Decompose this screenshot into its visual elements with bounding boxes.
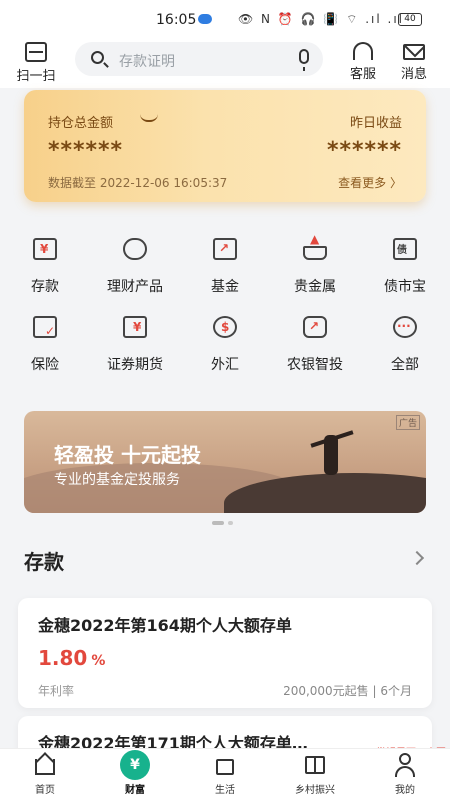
grid-item-label: 外汇 (211, 357, 239, 373)
grid-item-label: 存款 (31, 279, 59, 295)
grid-item-deposit[interactable]: ¥ 存款 (0, 232, 90, 296)
customer-service-button[interactable]: 客服 (343, 42, 383, 82)
grid-item-label: 证券期货 (107, 357, 163, 373)
total-holdings-value: ****** (48, 138, 124, 163)
grid-item-precious-metal[interactable]: ▲ 贵金属 (270, 232, 360, 296)
nav-home[interactable]: 首页 (0, 752, 90, 796)
banner-subtitle: 专业的基金定投服务 (54, 472, 180, 488)
nav-label: 财富 (125, 785, 145, 796)
grid-item-label: 贵金属 (294, 279, 336, 295)
carousel-dot-active (212, 521, 224, 525)
rural-book-icon (303, 753, 327, 777)
rate-value: 1.80 (38, 646, 88, 670)
status-time: 16:05 (156, 12, 197, 28)
grid-item-all[interactable]: ··· 全部 (360, 310, 450, 374)
nav-label: 生活 (215, 785, 235, 796)
chevron-right-icon[interactable] (409, 550, 425, 566)
smart-invest-icon: ↗ (299, 310, 331, 340)
ad-tag: 广告 (395, 415, 420, 430)
grid-item-label: 农银智投 (287, 357, 343, 373)
headset-icon (353, 42, 373, 60)
customer-service-label: 客服 (349, 67, 376, 82)
nav-life[interactable]: 生活 (180, 753, 270, 796)
profile-icon (393, 753, 417, 777)
banner-title: 轻盈投 十元起投 (54, 443, 201, 467)
message-button[interactable]: 消息 (394, 42, 434, 82)
view-more-link[interactable]: 查看更多 〉 (338, 174, 402, 191)
scan-icon (25, 42, 47, 62)
message-label: 消息 (400, 67, 427, 82)
home-icon (33, 752, 57, 777)
forex-exchange-icon: $ (209, 310, 241, 340)
product-terms: 200,000元起售 | 6个月 (283, 684, 412, 698)
yesterday-earnings-value: ****** (326, 138, 402, 163)
search-icon (91, 51, 104, 64)
bond-document-icon: 债 (389, 232, 421, 262)
grid-item-wealth-products[interactable]: 理财产品 (90, 232, 180, 296)
coin-stack-icon (119, 232, 151, 262)
cloud-icon (198, 14, 212, 24)
grid-item-label: 债市宝 (384, 279, 426, 295)
grid-item-insurance[interactable]: ✓ 保险 (0, 310, 90, 374)
nav-wealth[interactable]: ¥ 财富 (90, 750, 180, 796)
yesterday-earnings-label: 昨日收益 (349, 116, 402, 131)
deposit-house-icon: ¥ (29, 232, 61, 262)
product-rate: 1.80% (38, 646, 105, 670)
search-placeholder: 存款证明 (119, 54, 175, 70)
nav-label: 首页 (35, 785, 55, 796)
banner-person-silhouette (324, 435, 338, 475)
total-holdings-label: 持仓总金额 (48, 116, 114, 131)
grid-item-securities-futures[interactable]: ¥ 证券期货 (90, 310, 180, 374)
scan-label: 扫一扫 (16, 69, 56, 84)
top-header: 扫一扫 存款证明 客服 消息 (0, 40, 450, 88)
insurance-document-icon: ✓ (29, 310, 61, 340)
grid-item-forex[interactable]: $ 外汇 (180, 310, 270, 374)
status-indicators: 👁 N ⏰ 🎧 📳 ⌔ .ıl .ıl (238, 12, 404, 26)
grid-item-label: 全部 (391, 357, 419, 373)
grid-item-fund[interactable]: ↗ 基金 (180, 232, 270, 296)
more-dots-icon: ··· (389, 310, 421, 340)
grid-item-smart-invest[interactable]: ↗ 农银智投 (270, 310, 360, 374)
asset-summary-card[interactable]: 持仓总金额 昨日收益 ****** ****** 数据截至 2022-12-06… (24, 90, 426, 202)
status-bar: 16:05 👁 N ⏰ 🎧 📳 ⌔ .ıl .ıl 40 (0, 0, 450, 40)
nav-mine[interactable]: 我的 (360, 753, 450, 796)
microphone-icon[interactable] (299, 49, 309, 71)
grid-item-label: 保险 (31, 357, 59, 373)
nav-rural[interactable]: 乡村振兴 (270, 753, 360, 796)
grid-item-label: 基金 (211, 279, 239, 295)
search-input[interactable]: 存款证明 (75, 42, 323, 76)
shopping-bag-icon (213, 753, 237, 777)
grid-item-bond-market[interactable]: 债 债市宝 (360, 232, 450, 296)
securities-icon: ¥ (119, 310, 151, 340)
scan-button[interactable]: 扫一扫 (12, 42, 60, 84)
rate-unit: % (91, 653, 106, 669)
carousel-dot (228, 521, 233, 525)
eye-closed-icon[interactable] (140, 114, 158, 122)
data-timestamp: 数据截至 2022-12-06 16:05:37 (48, 176, 228, 190)
wealth-page: 16:05 👁 N ⏰ 🎧 📳 ⌔ .ıl .ıl 40 扫一扫 存款证明 客服… (0, 0, 450, 800)
nav-label: 我的 (395, 785, 415, 796)
deposit-section-title: 存款 (24, 550, 64, 574)
gold-bar-icon: ▲ (299, 232, 331, 262)
promo-banner[interactable]: 广告 轻盈投 十元起投 专业的基金定投服务 (24, 411, 426, 513)
nav-label: 乡村振兴 (295, 785, 335, 796)
carousel-indicator (212, 521, 237, 540)
chart-up-icon: ↗ (209, 232, 241, 262)
battery-icon: 40 (398, 13, 422, 26)
envelope-icon (403, 44, 425, 60)
bottom-nav: 首页 ¥ 财富 生活 乡村振兴 我的 (0, 748, 450, 800)
grid-item-label: 理财产品 (107, 279, 163, 295)
product-name: 金穗2022年第164期个人大额存单 (38, 616, 292, 635)
rate-label: 年利率 (38, 684, 75, 698)
deposit-product-card[interactable]: 金穗2022年第164期个人大额存单 1.80% 年利率 200,000元起售 … (18, 598, 432, 708)
wealth-icon: ¥ (120, 750, 150, 780)
